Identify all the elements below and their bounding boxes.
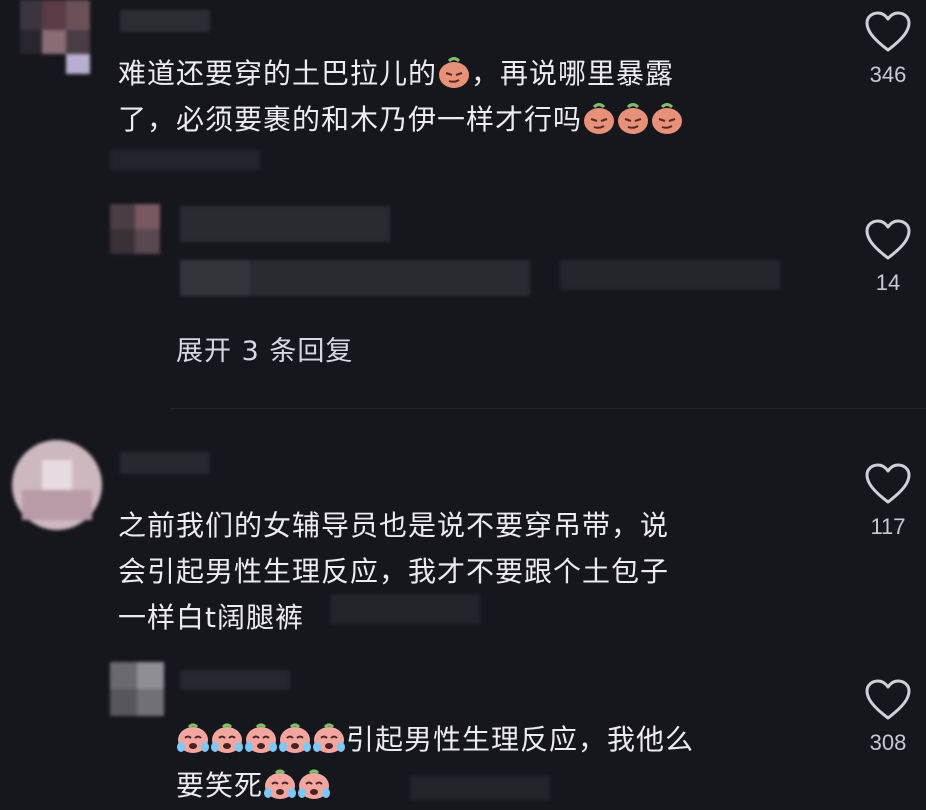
reply-content-blurred (180, 206, 780, 298)
reply-like-button[interactable]: 308 (858, 678, 918, 756)
divider (170, 408, 926, 409)
crying-laugh-sticker-icon (244, 721, 278, 755)
reply-text: 引起男性生理反应，我他么 (176, 718, 694, 762)
like-count: 346 (869, 62, 907, 87)
comment-text: 之前我们的女辅导员也是说不要穿吊带，说 (118, 509, 670, 542)
reply-avatar[interactable] (110, 662, 164, 716)
avatar[interactable] (20, 0, 100, 74)
reply-avatar[interactable] (110, 204, 160, 254)
like-button[interactable]: 117 (858, 462, 918, 540)
crying-laugh-sticker-icon (278, 721, 312, 755)
heart-outline-icon (864, 678, 912, 722)
expand-replies-button[interactable]: 展开 3 条回复 (176, 329, 353, 368)
reply-text-line2: 要笑死 (176, 764, 331, 808)
crying-laugh-sticker-icon (210, 721, 244, 755)
like-count: 117 (870, 514, 906, 539)
crying-laugh-sticker-icon (297, 767, 331, 801)
crying-laugh-sticker-icon (312, 721, 346, 755)
reply-like-button[interactable]: 14 (858, 218, 918, 296)
comment-meta-blurred (330, 590, 500, 630)
comment-text: 难道还要穿的土巴拉儿的 ，再说哪里暴露 (118, 55, 675, 90)
avatar[interactable] (12, 440, 102, 530)
smirk-sticker-icon (650, 101, 684, 135)
heart-outline-icon (864, 218, 912, 262)
comment-meta-blurred (110, 146, 310, 176)
like-button[interactable]: 346 (858, 10, 918, 88)
smirk-sticker-icon (437, 55, 471, 89)
like-count: 14 (875, 270, 901, 295)
comment-text-line2: 了，必须要裹的和木乃伊一样才行吗 (118, 98, 684, 142)
reply-meta-blurred (410, 772, 570, 804)
heart-outline-icon (864, 10, 912, 54)
crying-laugh-sticker-icon (263, 767, 297, 801)
comment-text-line3: 一样白t阔腿裤 (118, 601, 304, 634)
reply-username-blurred[interactable] (180, 670, 310, 694)
comment-text-line2: 会引起男性生理反应，我才不要跟个土包子 (118, 555, 670, 588)
like-count: 308 (869, 730, 907, 755)
heart-outline-icon (864, 462, 912, 506)
smirk-sticker-icon (582, 101, 616, 135)
smirk-sticker-icon (616, 101, 650, 135)
username-blurred[interactable] (120, 10, 270, 36)
crying-laugh-sticker-icon (176, 721, 210, 755)
username-blurred[interactable] (120, 452, 230, 478)
